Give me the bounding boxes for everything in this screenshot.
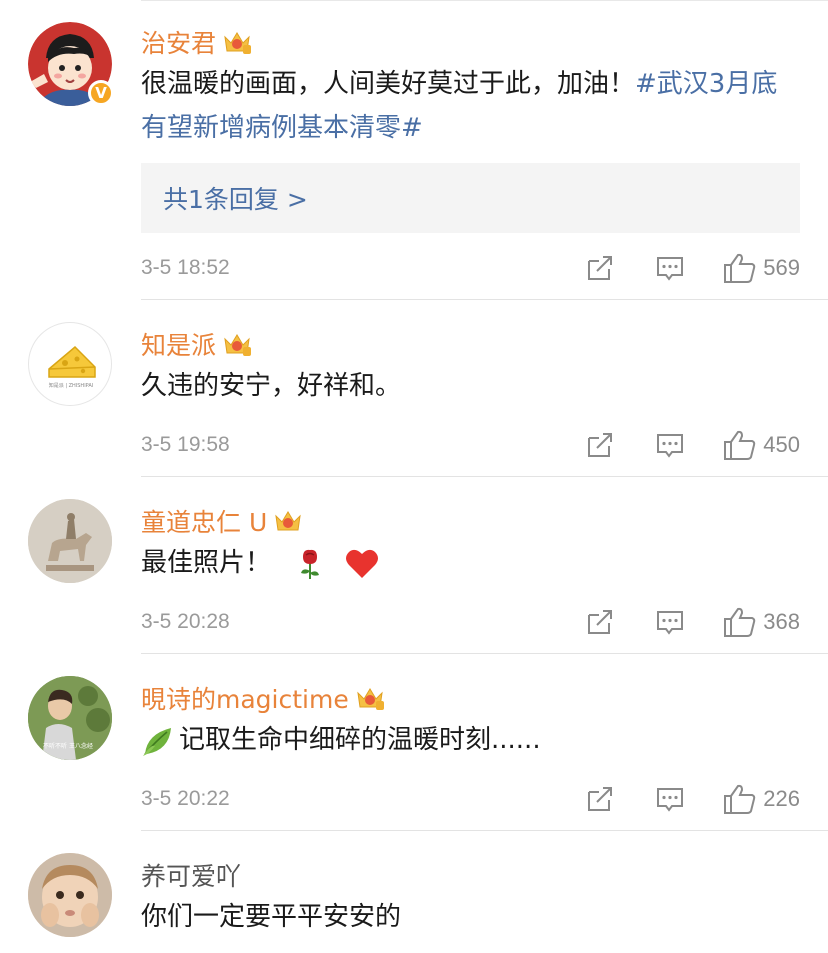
like-button[interactable]: 368 (723, 606, 800, 638)
avatar[interactable]: 不听不听 王八念经 (28, 676, 112, 760)
like-icon (724, 784, 756, 814)
share-icon (588, 433, 613, 457)
action-bar: 450 (585, 429, 800, 461)
comment-text: 最佳照片！ (141, 541, 801, 585)
baby-photo-avatar-icon (28, 853, 112, 937)
comment-item: 不听不听 王八念经 晛诗的magictime 记取生命中细碎的温暖时刻.....… (0, 654, 828, 831)
timestamp: 3-5 20:22 (141, 787, 230, 810)
share-icon (588, 256, 613, 280)
timestamp: 3-5 19:58 (141, 433, 230, 456)
action-bar: 226 (585, 783, 800, 815)
verified-badge-icon: V (88, 80, 114, 106)
share-button[interactable] (585, 607, 615, 637)
heart-emoji (345, 549, 378, 578)
comment-icon (657, 257, 684, 281)
like-count: 569 (763, 255, 800, 280)
crown-badge-icon (224, 334, 252, 356)
comment-icon (657, 434, 684, 458)
crown-badge-icon (357, 688, 384, 710)
username[interactable]: 养可爱吖 (141, 857, 241, 893)
share-button[interactable] (585, 784, 615, 814)
reply-box[interactable]: 共1条回复 > (141, 163, 800, 233)
comment-button[interactable] (655, 784, 685, 814)
like-button[interactable]: 569 (723, 252, 800, 284)
like-count: 226 (763, 786, 800, 811)
child-photo-avatar-icon: 不听不听 王八念经 (28, 676, 112, 760)
avatar[interactable] (28, 499, 112, 583)
action-bar: 569 (585, 252, 800, 284)
share-button[interactable] (585, 430, 615, 460)
horse-statue-avatar-icon (28, 499, 112, 583)
username-text: 治安君 (141, 29, 217, 58)
like-button[interactable]: 450 (723, 429, 800, 461)
comment-item: V 治安君 很温暖的画面，人间美好莫过于此，加油！#武汉3月底有望新增病例基本清… (0, 0, 828, 300)
avatar[interactable] (28, 853, 112, 937)
comment-item: 童道忠仁 U 最佳照片！ 3-5 20:28 368 (0, 477, 828, 654)
comment-icon (657, 788, 684, 812)
comment-text: 你们一定要平平安安的 (141, 902, 402, 932)
avatar-caption: 知是派 | ZHISHIPAI (49, 382, 94, 389)
share-icon (588, 610, 613, 634)
cheese-logo-icon: 知是派 | ZHISHIPAI (48, 345, 96, 389)
avatar[interactable]: 知是派 | ZHISHIPAI (28, 322, 112, 406)
comment-item: 知是派 | ZHISHIPAI 知是派 久违的安宁，好祥和。 3-5 19:58 (0, 300, 828, 477)
crown-badge-icon (224, 32, 252, 54)
action-bar: 368 (585, 606, 800, 638)
like-icon (724, 253, 756, 283)
share-button[interactable] (585, 253, 615, 283)
username[interactable]: 晛诗的magictime (141, 680, 385, 716)
username-text: 童道忠仁 U (141, 508, 268, 537)
comment-button[interactable] (655, 253, 685, 283)
timestamp: 3-5 20:28 (141, 610, 230, 633)
username[interactable]: 童道忠仁 U (141, 503, 303, 539)
like-count: 368 (763, 609, 800, 634)
share-icon (588, 787, 613, 811)
rose-emoji (301, 549, 320, 579)
crown-badge-icon (275, 511, 301, 531)
username-text: 晛诗的magictime (141, 685, 349, 714)
comment-text-plain: 很温暖的画面，人间美好莫过于此，加油！ (141, 69, 636, 99)
comment-text: 很温暖的画面，人间美好莫过于此，加油！#武汉3月底有望新增病例基本清零# (141, 62, 801, 150)
like-icon (724, 430, 756, 460)
username[interactable]: 治安君 (141, 24, 252, 60)
like-count: 450 (763, 432, 800, 457)
comment-icon (657, 611, 684, 635)
username-text: 养可爱吖 (141, 862, 242, 891)
username[interactable]: 知是派 (141, 326, 252, 362)
comment-text-plain: 最佳照片！ (141, 548, 272, 578)
avatar-caption: 不听不听 王八念经 (43, 742, 93, 750)
comment-text-plain: 记取生命中细碎的温暖时刻...... (179, 725, 541, 755)
like-icon (724, 607, 756, 637)
timestamp: 3-5 18:52 (141, 256, 230, 279)
comment-button[interactable] (655, 430, 685, 460)
leaf-emoji (143, 727, 171, 756)
view-replies-link[interactable]: 共1条回复 > (163, 180, 308, 216)
comment-button[interactable] (655, 607, 685, 637)
comment-item: 养可爱吖 你们一定要平平安安的 (0, 831, 828, 953)
comment-text: 久违的安宁，好祥和。 (141, 371, 402, 401)
username-text: 知是派 (141, 331, 217, 360)
like-button[interactable]: 226 (723, 783, 800, 815)
comment-text: 记取生命中细碎的温暖时刻...... (141, 718, 801, 762)
